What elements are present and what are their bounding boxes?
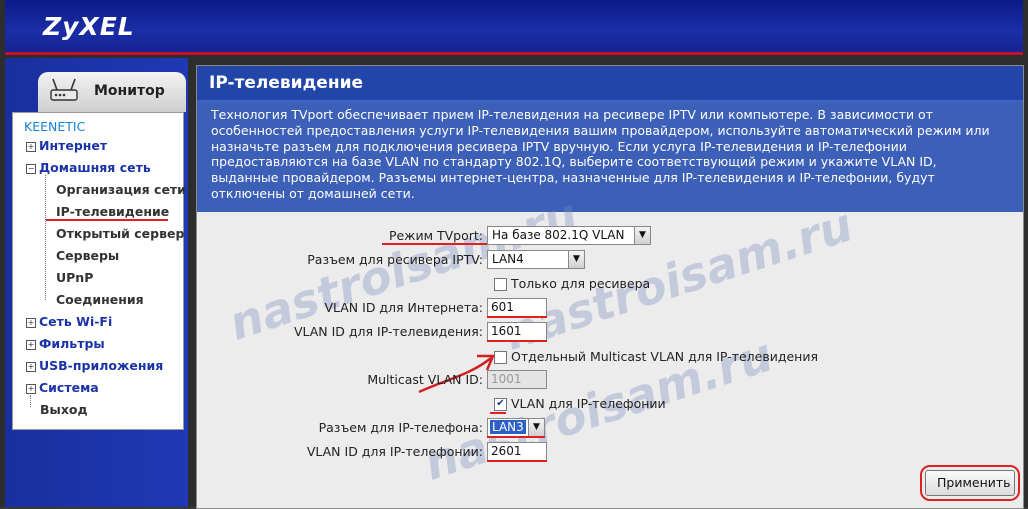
vlan-internet-input[interactable]: 601	[487, 298, 547, 317]
header-bar: ZyXEL	[5, 0, 1023, 55]
monitor-tab[interactable]: Монитор	[38, 72, 186, 112]
sidebar-item-internet[interactable]: + Интернет	[26, 138, 107, 153]
description-text: Технология TVport обеспечивает прием IP-…	[211, 107, 990, 201]
voip-vlan-label: VLAN для IP-телефонии	[511, 396, 666, 411]
receiver-port-label: Разъем для ресивера IPTV:	[307, 252, 483, 267]
sidebar-item-logout[interactable]: Выход	[40, 402, 88, 417]
chevron-down-icon: ▼	[528, 419, 544, 436]
multicast-vlan-label: Отдельный Multicast VLAN для IP-телевиде…	[511, 349, 818, 364]
sidebar-item-filters[interactable]: + Фильтры	[26, 336, 105, 351]
apply-button[interactable]: Применить	[925, 470, 1015, 496]
router-icon	[50, 78, 78, 101]
expand-icon: +	[26, 362, 36, 372]
sidebar-item-system[interactable]: + Система	[26, 380, 99, 395]
highlight-underline	[487, 340, 547, 342]
expand-icon: +	[26, 318, 36, 328]
sidebar-item-iptv[interactable]: IP-телевидение	[56, 204, 169, 219]
sidebar-item-servers[interactable]: Серверы	[56, 248, 119, 263]
voip-vlan-checkbox[interactable]: ✔	[494, 398, 507, 411]
monitor-tab-label: Монитор	[94, 83, 165, 99]
vlan-iptv-input[interactable]: 1601	[487, 322, 547, 341]
device-name: KEENETIC	[24, 119, 86, 134]
chevron-down-icon: ▼	[568, 251, 584, 268]
multicast-vlan-id-label: Multicast VLAN ID:	[367, 372, 483, 387]
sidebar-menu: KEENETIC + Интернет − Домашняя сеть Органи…	[12, 112, 186, 430]
description-panel: Технология TVport обеспечивает прием IP-…	[197, 102, 1023, 212]
highlight-underline	[487, 460, 547, 462]
chevron-down-icon: ▼	[634, 227, 650, 244]
settings-form: nastroisam.ru nastroisam.ru nastroisam.r…	[197, 187, 1023, 508]
phone-port-label: Разъем для IP-телефона:	[318, 420, 483, 435]
highlight-underline	[490, 412, 506, 414]
expand-icon: +	[26, 142, 36, 152]
tvport-mode-label: Режим TVport:	[388, 228, 483, 243]
vlan-iptv-label: VLAN ID для IP-телевидения:	[293, 324, 483, 339]
sidebar-item-connections[interactable]: Соединения	[56, 292, 144, 307]
expand-icon: +	[26, 340, 36, 350]
sidebar-item-wifi[interactable]: + Сеть Wi-Fi	[26, 314, 112, 329]
highlight-underline	[487, 316, 547, 318]
sidebar-item-org[interactable]: Организация сети	[56, 182, 186, 197]
vlan-phone-label: VLAN ID для IP-телефонии:	[306, 444, 483, 459]
sidebar-item-upnp[interactable]: UPnP	[56, 270, 93, 285]
receiver-only-label: Только для ресивера	[511, 276, 651, 291]
vlan-phone-input[interactable]: 2601	[487, 442, 547, 461]
expand-icon: +	[26, 384, 36, 394]
receiver-port-select[interactable]: LAN4 ▼	[487, 250, 585, 269]
multicast-vlan-id-input[interactable]: 1001	[487, 370, 547, 389]
tree-line	[45, 175, 46, 300]
sidebar-item-usb[interactable]: + USB-приложения	[26, 358, 163, 373]
highlight-underline	[382, 243, 492, 245]
vlan-internet-label: VLAN ID для Интернета:	[324, 300, 483, 315]
highlight-underline	[46, 219, 168, 221]
highlight-underline	[487, 436, 545, 438]
tree-line	[30, 395, 31, 407]
page-title: IP-телевидение	[209, 73, 364, 93]
main-content: IP-телевидение Технология TVport обеспеч…	[196, 65, 1024, 509]
sidebar-item-open-server[interactable]: Открытый сервер	[56, 226, 184, 241]
receiver-only-checkbox[interactable]	[494, 278, 507, 291]
sidebar-item-home-network[interactable]: − Домашняя сеть	[26, 160, 151, 175]
phone-port-select[interactable]: LAN3 ▼	[487, 418, 545, 437]
page-title-bar: IP-телевидение	[197, 66, 1023, 102]
zyxel-logo: ZyXEL	[43, 12, 135, 41]
collapse-icon: −	[26, 164, 36, 174]
tvport-mode-select[interactable]: На базе 802.1Q VLAN ▼	[487, 226, 651, 245]
